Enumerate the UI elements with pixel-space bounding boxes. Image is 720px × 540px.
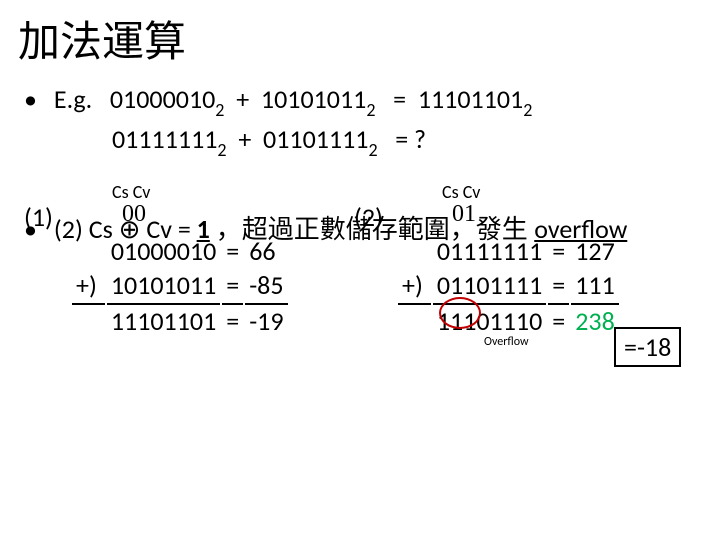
eg1-b: 10101011 [261,83,366,115]
calc2-r3-eq: = [548,303,569,337]
eg2-eq: = ? [395,123,426,155]
calc2-r1-dec: 127 [571,235,619,267]
calc2-label: (2) [354,201,383,233]
calc1-cscv: Cs Cv [112,181,150,203]
eg1-asub: 2 [215,99,224,121]
eg2-bsub: 2 [368,139,377,161]
slide-title: 加法運算 [0,0,720,69]
table-row: 11101101 = -19 [72,303,288,337]
overflow-label: Overflow [484,335,529,349]
calc1-r3-bin: 11101101 [107,303,220,337]
eg1-eq: = [393,83,406,115]
calc2-r2-bin: 01101111 [433,269,546,301]
calc1-r1-dec: 66 [245,235,287,267]
eg2-a: 01111111 [112,123,217,155]
calc1-r3-eq: = [222,303,243,337]
eg2-plus: + [238,123,251,155]
table-row: 01111111 = 127 [398,235,619,267]
calc1-r1-bin: 01000010 [107,235,220,267]
eg1-a: 01000010 [110,83,215,115]
table-row: 11101110 = 238 [398,303,619,337]
eg-label: E.g. [54,83,92,115]
calc1-r2-eq: = [222,269,243,301]
eg2-asub: 2 [217,139,226,161]
eg1-r: 11101101 [418,83,523,115]
calc1-r3-dec: -19 [245,303,287,337]
calc1-plus: +) [72,269,105,301]
table-row: 01000010 = 66 [72,235,288,267]
eg1-bsub: 2 [366,99,375,121]
calc1-hand-bits: 00 [122,201,146,228]
calc1-r2-bin: 10101011 [107,269,220,301]
calc2-r1-bin: 01111111 [433,235,546,267]
calc2-plus: +) [398,269,431,301]
bullet-icon: • [24,83,48,115]
calc2-r2-eq: = [548,269,569,301]
eq-negative-18: =-18 [614,327,681,367]
calc2-r1-eq: = [548,235,569,267]
calc1-table: 01000010 = 66 +) 10101011 = -85 11101101… [70,233,290,339]
eg1-plus: + [236,83,249,115]
calc2-table: 01111111 = 127 +) 01101111 = 111 1110111… [396,233,621,339]
table-row: +) 01101111 = 111 [398,269,619,301]
calc2-r2-dec: 111 [571,269,619,301]
calc2-r3-dec: 238 [571,303,619,337]
eg1-rsub: 2 [523,99,532,121]
calc1-r2-dec: -85 [245,269,287,301]
calc2-hand-bits: 01 [452,201,476,228]
calc1-label: (1) [24,201,53,233]
calc-row: (1) Cs Cv 00 01000010 = 66 +) 10101011 =… [0,159,720,181]
example-line2: 011111112 + 011011112 = ? [0,123,720,159]
table-row: +) 10101011 = -85 [72,269,288,301]
example-line1: • E.g. 010000102 + 101010112 = 111011012 [0,69,720,119]
calc1-r1-eq: = [222,235,243,267]
calc2-cscv: Cs Cv [442,181,480,203]
eg2-b: 01101111 [263,123,368,155]
